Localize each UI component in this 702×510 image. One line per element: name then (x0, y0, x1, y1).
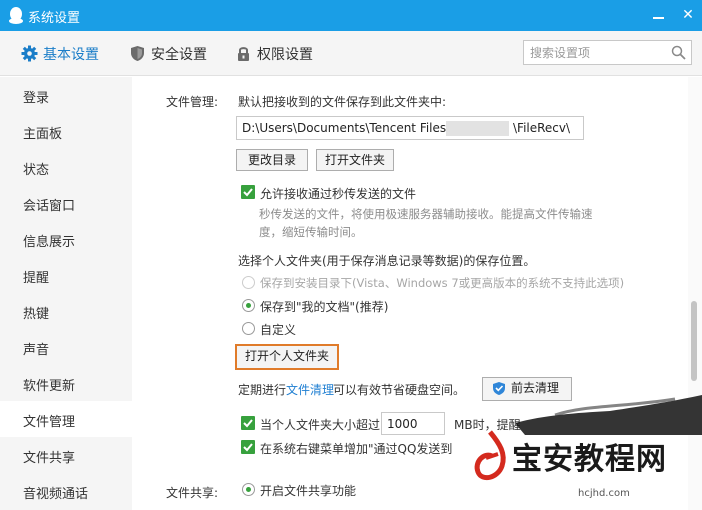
flash-transfer-hint-line2: 度，缩短传输时间。 (259, 225, 363, 239)
save-location-description: 默认把接收到的文件保存到此文件夹中: (238, 95, 447, 109)
sidebar-item-label: 文件管理 (23, 415, 76, 430)
sidebar-item-label: 声音 (23, 343, 50, 358)
minimize-icon (653, 17, 664, 19)
watermark-brand: 宝安教程网 (512, 442, 667, 477)
radio-my-documents[interactable] (242, 299, 255, 312)
ink-brush-decoration (515, 395, 702, 435)
section-label-file-management: 文件管理: (166, 95, 219, 109)
radio-custom-label: 自定义 (260, 323, 297, 337)
radio-enable-file-sharing[interactable] (242, 483, 255, 496)
path-prefix: D:\Users\Documents\Tencent Files\ (242, 121, 451, 135)
search-icon[interactable] (671, 45, 686, 60)
sidebar-item-label: 会话窗口 (23, 199, 76, 214)
sidebar-item-info-display[interactable]: 信息展示 (0, 221, 132, 257)
gear-icon (21, 45, 38, 62)
sidebar-item-main-panel[interactable]: 主面板 (0, 113, 132, 149)
watermark-logo-icon (474, 430, 506, 481)
sidebar-item-hotkeys[interactable]: 热键 (0, 293, 132, 329)
size-limit-input[interactable]: 1000 (381, 412, 445, 435)
personal-folder-description: 选择个人文件夹(用于保存消息记录等数据)的保存位置。 (238, 254, 536, 268)
flash-transfer-hint-line1: 秒传发送的文件，将使用极速服务器辅助接收。能提高文件传输速 (259, 207, 593, 221)
redacted-account-id (446, 121, 509, 136)
change-directory-button[interactable]: 更改目录 (236, 149, 308, 171)
context-menu-send-checkbox[interactable] (241, 440, 255, 454)
sidebar-item-chat-window[interactable]: 会话窗口 (0, 185, 132, 221)
sidebar-item-label: 音视频通话 (23, 487, 89, 502)
file-cleanup-link[interactable]: 文件清理 (286, 381, 334, 398)
radio-my-documents-label: 保存到"我的文档"(推荐) (260, 300, 389, 314)
tab-label: 安全设置 (151, 47, 207, 63)
cleanup-prefix: 定期进行 (238, 383, 287, 397)
settings-sidebar: 登录 主面板 状态 会话窗口 信息展示 提醒 热键 声音 软件更新 文件管理 文… (0, 77, 132, 510)
sidebar-item-label: 主面板 (23, 127, 63, 142)
sidebar-item-software-update[interactable]: 软件更新 (0, 365, 132, 401)
open-folder-button[interactable]: 打开文件夹 (316, 149, 394, 171)
sidebar-item-label: 文件共享 (23, 451, 76, 466)
sidebar-item-file-sharing[interactable]: 文件共享 (0, 437, 132, 473)
settings-search[interactable] (523, 40, 692, 65)
shield-icon (131, 46, 144, 61)
section-label-file-sharing: 文件共享: (166, 486, 219, 500)
checkmark-icon (243, 188, 253, 197)
sidebar-item-av-call[interactable]: 音视频通话 (0, 473, 132, 509)
sidebar-item-label: 登录 (23, 91, 50, 106)
sidebar-item-reminders[interactable]: 提醒 (0, 257, 132, 293)
checkmark-icon (243, 443, 253, 452)
allow-flash-transfer-checkbox[interactable] (241, 185, 255, 199)
sidebar-item-label: 提醒 (23, 271, 50, 286)
window-title: 系统设置 (28, 11, 81, 26)
sidebar-item-login[interactable]: 登录 (0, 77, 132, 113)
sidebar-item-file-management[interactable]: 文件管理 (0, 401, 132, 437)
site-watermark: 宝安教程网 hcjhd.com (470, 430, 702, 510)
shield-check-icon (493, 382, 505, 395)
tab-basic-settings[interactable]: 基本设置 (21, 44, 111, 64)
tab-label: 权限设置 (257, 47, 313, 63)
sidebar-item-label: 软件更新 (23, 379, 76, 394)
qq-penguin-icon (9, 7, 23, 24)
size-limit-reminder-checkbox[interactable] (241, 416, 255, 430)
lock-icon (238, 47, 249, 61)
size-limit-prefix: 当个人文件夹大小超过 (260, 418, 381, 432)
sidebar-item-sound[interactable]: 声音 (0, 329, 132, 365)
title-bar: 系统设置 ✕ (0, 0, 702, 31)
radio-install-dir-label: 保存到安装目录下(Vista、Windows 7或更高版本的系统不支持此选项) (260, 276, 625, 290)
sidebar-item-label: 状态 (23, 163, 50, 178)
close-button[interactable]: ✕ (679, 6, 697, 24)
radio-custom[interactable] (242, 322, 255, 335)
cleanup-suffix: 可以有效节省硬盘空间。 (333, 383, 466, 397)
watermark-url: hcjhd.com (578, 488, 630, 499)
sidebar-item-label: 热键 (23, 307, 50, 322)
size-limit-value: 1000 (387, 417, 418, 431)
scrollbar-thumb[interactable] (691, 301, 697, 381)
tab-security-settings[interactable]: 安全设置 (129, 44, 219, 64)
sidebar-item-status[interactable]: 状态 (0, 149, 132, 185)
context-menu-send-label: 在系统右键菜单增加"通过QQ发送到 (260, 442, 453, 456)
enable-file-sharing-label: 开启文件共享功能 (260, 484, 357, 498)
tab-permission-settings[interactable]: 权限设置 (235, 44, 325, 64)
radio-install-dir (242, 276, 255, 289)
open-personal-folder-button[interactable]: 打开个人文件夹 (235, 344, 339, 370)
search-input[interactable] (530, 44, 660, 61)
minimize-button[interactable] (649, 6, 667, 24)
receive-folder-path-field[interactable]: D:\Users\Documents\Tencent Files\ \FileR… (236, 116, 584, 140)
checkmark-icon (243, 419, 253, 428)
sidebar-item-label: 信息展示 (23, 235, 76, 250)
close-icon: ✕ (682, 7, 694, 23)
allow-flash-transfer-label: 允许接收通过秒传发送的文件 (260, 187, 417, 201)
tab-label: 基本设置 (43, 47, 99, 63)
path-suffix: \FileRecv\ (513, 121, 571, 135)
